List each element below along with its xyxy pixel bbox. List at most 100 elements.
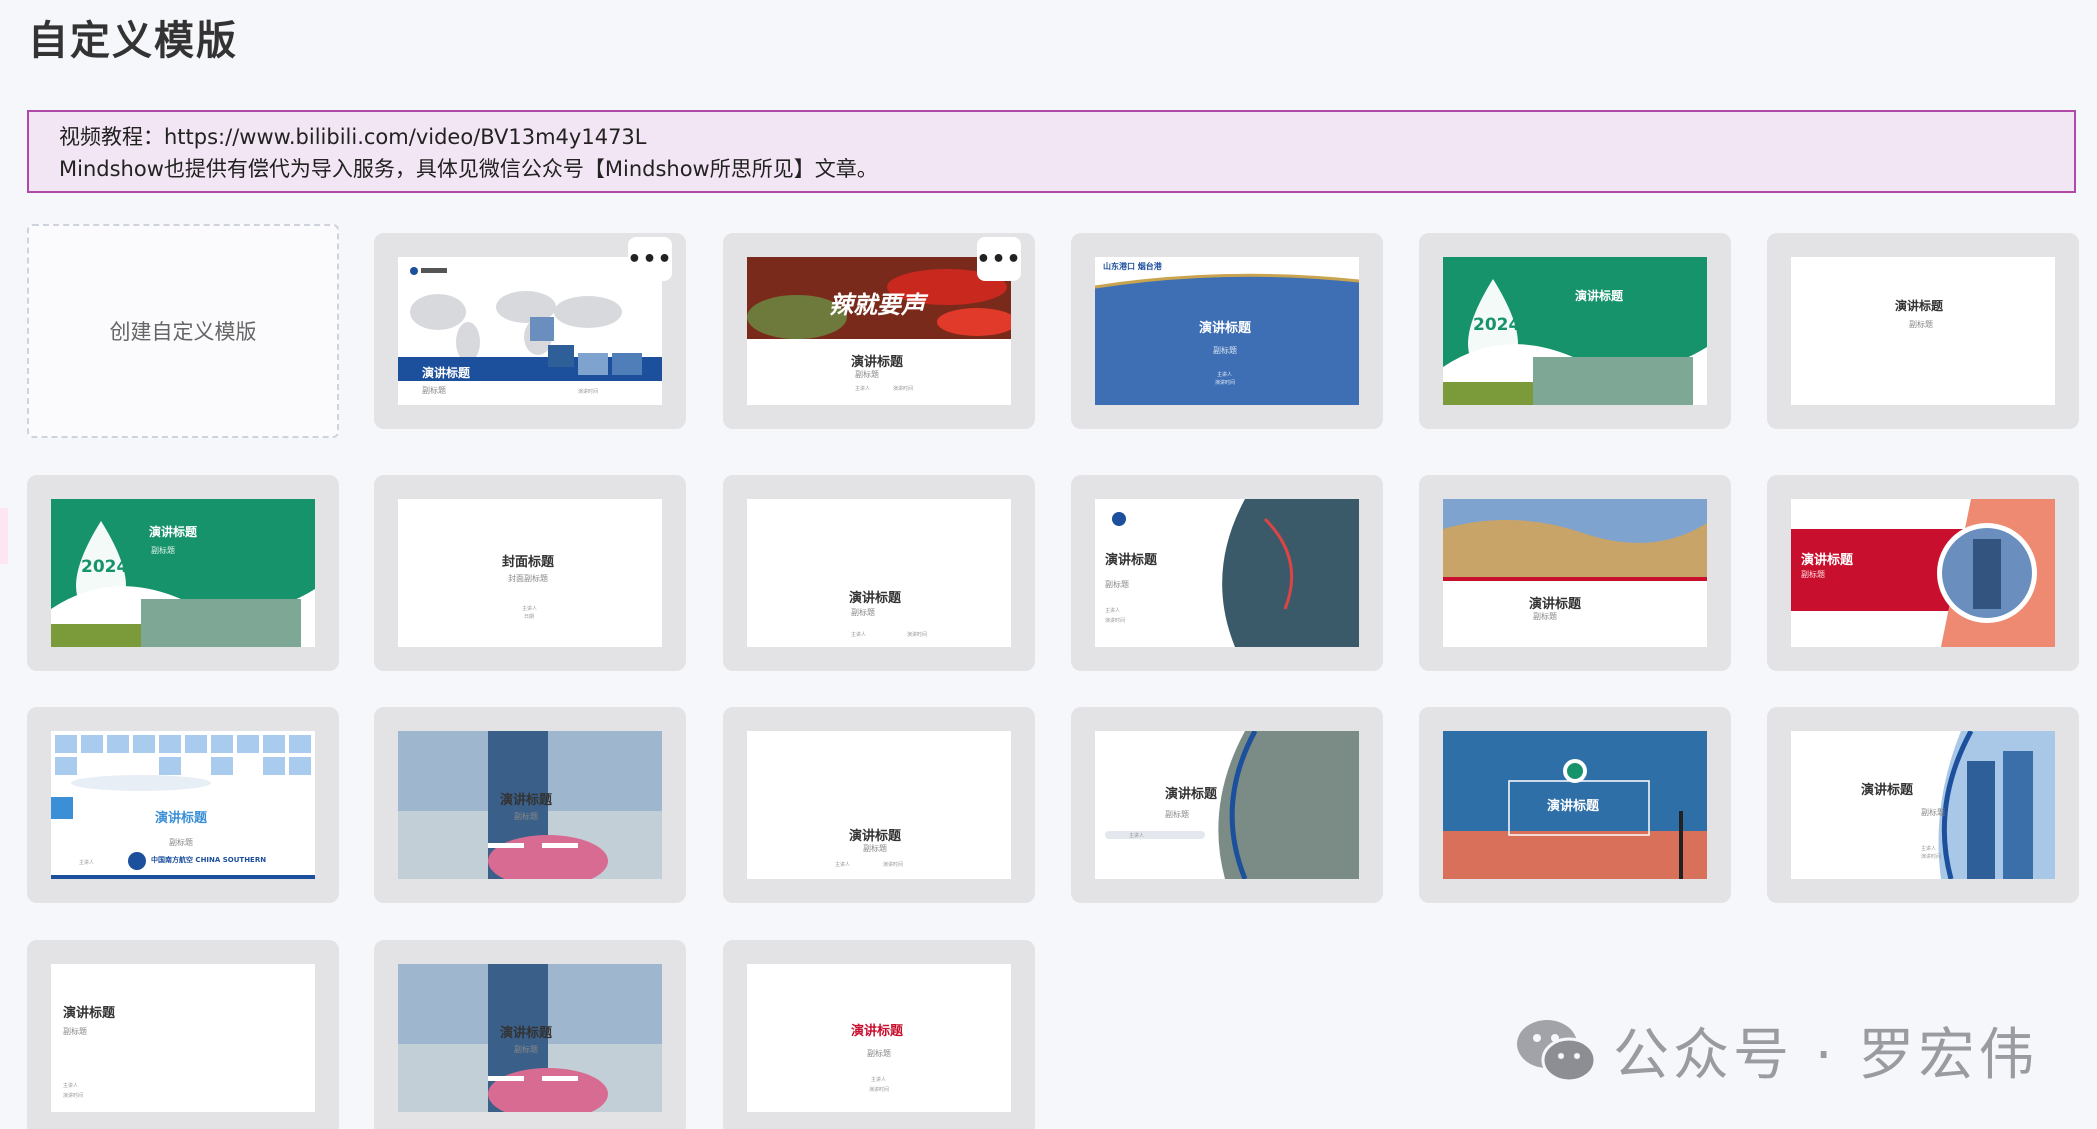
- template-card[interactable]: 演讲标题 副标题 主讲人 演讲时间: [1071, 475, 1383, 671]
- template-thumbnail: 山东港口 烟台港 演讲标题 副标题 主讲人 演讲时间: [1095, 257, 1359, 405]
- template-subtitle: 副标题: [1533, 612, 1557, 621]
- more-options-button[interactable]: •••: [627, 237, 672, 281]
- template-subtitle: 副标题: [1909, 320, 1933, 329]
- create-template-button[interactable]: 创建自定义模版: [27, 224, 339, 438]
- template-subtitle: 副标题: [169, 838, 193, 847]
- notice-line-video[interactable]: 视频教程：https://www.bilibili.com/video/BV13…: [59, 121, 2044, 153]
- template-thumbnail: 封面标题 封面副标题 主讲人 日期: [398, 499, 662, 647]
- page-title: 自定义模版: [28, 18, 238, 64]
- template-subtitle: 副标题: [514, 812, 538, 821]
- template-thumbnail: 演讲标题 副标题: [1443, 499, 1707, 647]
- template-title: 演讲标题: [1547, 799, 1600, 814]
- template-meta: 主讲人: [1129, 833, 1145, 839]
- create-template-label: 创建自定义模版: [109, 320, 257, 344]
- template-title: 演讲标题: [500, 1026, 553, 1041]
- template-thumbnail: 演讲标题 副标题 主讲人 演讲时间: [1095, 499, 1359, 647]
- template-title: 演讲标题: [1529, 597, 1582, 612]
- factory-aerial-icon: [1105, 731, 1359, 879]
- template-card[interactable]: 演讲标题 副标题 主讲人 演讲时间: [27, 940, 339, 1129]
- template-subtitle: 副标题: [1105, 580, 1129, 589]
- template-year: 2024: [81, 557, 129, 577]
- template-card[interactable]: 演讲标题 副标题: [1767, 233, 2079, 429]
- template-thumbnail: 演讲标题 副标题 主讲人 中国南方航空 CHINA SOUTHERN: [51, 731, 315, 879]
- template-thumbnail: 演讲标题 副标题: [1791, 257, 2055, 405]
- template-subtitle: 副标题: [514, 1045, 538, 1054]
- template-subtitle: 副标题: [63, 1027, 87, 1036]
- template-title: 演讲标题: [849, 591, 902, 606]
- template-title: 演讲标题: [851, 355, 904, 370]
- template-title: 演讲标题: [1165, 787, 1218, 802]
- template-subtitle: 副标题: [1801, 570, 1825, 579]
- template-card[interactable]: 演讲标题 副标题 主讲人 演讲时间: [723, 940, 1035, 1129]
- template-thumbnail: 演讲标题: [1443, 731, 1707, 879]
- more-options-button[interactable]: •••: [976, 237, 1021, 281]
- template-card[interactable]: 演讲标题 2024: [1419, 233, 1731, 429]
- red-building-icon: [1791, 499, 2055, 647]
- template-subtitle: 封面副标题: [508, 574, 548, 583]
- aerial-map-icon: [1112, 499, 1359, 647]
- template-title: 演讲标题: [1199, 321, 1252, 336]
- template-thumbnail: 演讲标题 副标题: [398, 964, 662, 1112]
- side-mark: [0, 508, 8, 564]
- template-brand: 山东港口 烟台港: [1103, 262, 1162, 271]
- template-year: 2024: [1473, 315, 1521, 335]
- template-card[interactable]: 演讲标题 副标题: [374, 707, 686, 903]
- template-subtitle: 副标题: [151, 546, 175, 555]
- template-card[interactable]: 演讲标题 副标题 主讲人 演讲时间: [723, 475, 1035, 671]
- template-subtitle: 副标题: [863, 844, 887, 853]
- template-thumbnail: 演讲标题 2024: [1443, 257, 1707, 405]
- template-card[interactable]: 演讲标题 副标题 主讲人 演讲时间: [1767, 707, 2079, 903]
- template-card[interactable]: 演讲标题 副标题 演讲时间 •••: [374, 233, 686, 429]
- template-meta: 演讲时间: [1105, 618, 1126, 624]
- template-meta: 主讲人: [1921, 846, 1937, 852]
- template-thumbnail: 演讲标题 副标题 主讲人 演讲时间: [747, 964, 1011, 1112]
- template-title: 演讲标题: [1801, 553, 1854, 568]
- template-title: 演讲标题: [1105, 553, 1158, 568]
- template-subtitle: 副标题: [1165, 810, 1189, 819]
- template-meta: 演讲时间: [907, 632, 928, 638]
- template-card[interactable]: 演讲标题 副标题 主讲人 演讲时间: [723, 707, 1035, 903]
- template-meta: 主讲人: [835, 862, 851, 868]
- template-card[interactable]: 演讲标题 副标题: [1767, 475, 2079, 671]
- template-thumbnail: 演讲标题 副标题 演讲时间: [398, 257, 662, 405]
- template-card[interactable]: 演讲标题 副标题: [374, 940, 686, 1129]
- template-title: 演讲标题: [1895, 299, 1944, 313]
- template-card[interactable]: 演讲标题: [1419, 707, 1731, 903]
- template-brand: 中国南方航空 CHINA SOUTHERN: [151, 856, 267, 864]
- template-subtitle: 副标题: [867, 1049, 891, 1058]
- template-card[interactable]: 演讲标题 副标题: [1419, 475, 1731, 671]
- template-title: 演讲标题: [422, 366, 471, 380]
- template-meta: 主讲人: [851, 632, 867, 638]
- template-thumbnail: 辣就要声 演讲标题 副标题 主讲人 演讲时间: [747, 257, 1011, 405]
- chili-banner-icon: [747, 257, 1011, 339]
- template-banner-text: 辣就要声: [829, 291, 925, 319]
- template-thumbnail: 演讲标题 副标题: [398, 731, 662, 879]
- template-card[interactable]: 演讲标题 副标题 主讲人: [1071, 707, 1383, 903]
- template-title: 演讲标题: [851, 1024, 904, 1039]
- template-thumbnail: 演讲标题 副标题 主讲人 演讲时间: [1791, 731, 2055, 879]
- template-subtitle: 副标题: [1921, 808, 1945, 817]
- template-subtitle: 副标题: [851, 608, 875, 617]
- template-card[interactable]: 封面标题 封面副标题 主讲人 日期: [374, 475, 686, 671]
- template-meta: 演讲时间: [893, 386, 914, 392]
- template-meta: 主讲人: [871, 1077, 887, 1083]
- template-title: 演讲标题: [63, 1006, 116, 1021]
- template-thumbnail: 演讲标题 副标题 主讲人 演讲时间: [747, 499, 1011, 647]
- template-card[interactable]: 演讲标题 副标题 主讲人 中国南方航空 CHINA SOUTHERN: [27, 707, 339, 903]
- template-card[interactable]: 山东港口 烟台港 演讲标题 副标题 主讲人 演讲时间: [1071, 233, 1383, 429]
- template-thumbnail: 演讲标题 副标题: [1791, 499, 2055, 647]
- template-card[interactable]: 辣就要声 演讲标题 副标题 主讲人 演讲时间 •••: [723, 233, 1035, 429]
- template-card[interactable]: 演讲标题 副标题 2024: [27, 475, 339, 671]
- template-title: 演讲标题: [149, 525, 198, 539]
- template-title: 演讲标题: [1575, 289, 1624, 303]
- template-meta: 主讲人: [522, 606, 538, 612]
- watermark-text: 公众号 · 罗宏伟: [1613, 1023, 2039, 1088]
- template-meta: 主讲人: [79, 860, 95, 866]
- watermark: 公众号 · 罗宏伟: [1515, 1010, 2038, 1091]
- template-meta: 演讲时间: [869, 1087, 890, 1093]
- template-thumbnail: 演讲标题 副标题 主讲人: [1095, 731, 1359, 879]
- template-subtitle: 副标题: [1213, 346, 1237, 355]
- template-meta: 演讲时间: [883, 862, 904, 868]
- template-subtitle: 副标题: [855, 370, 879, 379]
- template-meta: 演讲时间: [1921, 854, 1942, 860]
